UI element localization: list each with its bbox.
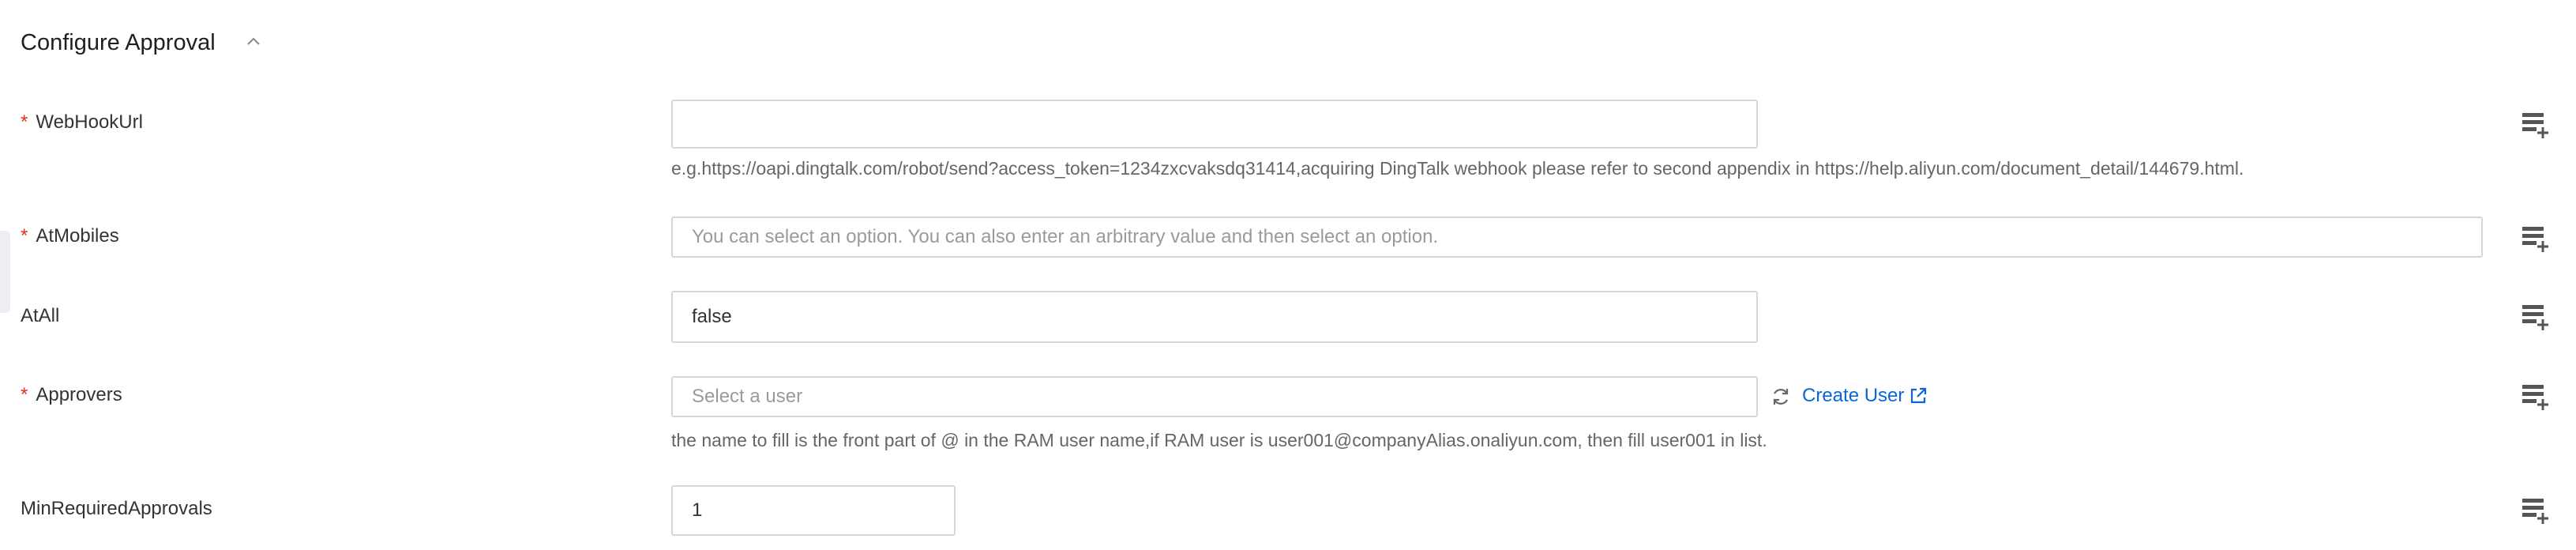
atall-value: false (692, 306, 732, 327)
webhook-label-text: WebHookUrl (36, 111, 143, 133)
atall-select[interactable]: false (671, 291, 1758, 343)
create-user-label: Create User (1802, 385, 1905, 406)
atall-label: AtAll (21, 305, 60, 326)
atmobiles-placeholder: You can select an option. You can also e… (692, 226, 1439, 247)
chevron-up-icon[interactable] (245, 35, 262, 49)
list-add-icon[interactable] (2521, 303, 2549, 331)
section-title: Configure Approval (21, 30, 216, 55)
required-mark: * (21, 225, 28, 247)
list-add-icon[interactable] (2521, 382, 2549, 411)
webhook-label: * WebHookUrl (21, 109, 143, 136)
list-add-icon[interactable] (2521, 111, 2549, 139)
minapprovals-label: MinRequiredApprovals (21, 498, 212, 519)
approvers-placeholder: Select a user (692, 386, 803, 407)
approvers-label-text: Approvers (36, 384, 122, 405)
minapprovals-input[interactable]: 1 (671, 485, 956, 536)
approvers-label: * Approvers (21, 382, 122, 409)
webhook-input[interactable] (671, 100, 1758, 149)
external-link-icon (1911, 387, 1927, 404)
approvers-help-text: the name to fill is the front part of @ … (671, 430, 1767, 450)
webhook-help-text: e.g.https://oapi.dingtalk.com/robot/send… (671, 158, 2244, 179)
atmobiles-label-text: AtMobiles (36, 225, 119, 247)
atmobiles-label: * AtMobiles (21, 223, 119, 250)
required-mark: * (21, 384, 28, 405)
atmobiles-select[interactable]: You can select an option. You can also e… (671, 217, 2483, 258)
list-add-icon[interactable] (2521, 496, 2549, 525)
side-panel-handle[interactable] (0, 231, 10, 313)
required-mark: * (21, 111, 28, 133)
minapprovals-value: 1 (692, 499, 703, 521)
approvers-select[interactable]: Select a user (671, 376, 1758, 417)
create-user-link[interactable]: Create User (1802, 384, 1928, 408)
refresh-icon[interactable] (1771, 386, 1791, 407)
list-add-icon[interactable] (2521, 224, 2549, 253)
